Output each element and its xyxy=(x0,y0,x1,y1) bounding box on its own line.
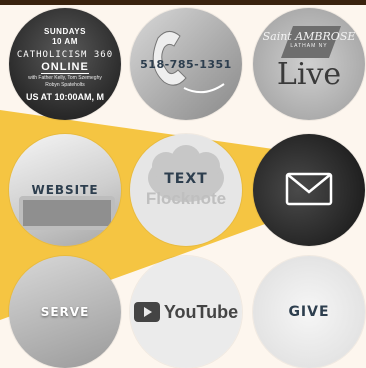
online-text: ONLINE xyxy=(41,60,89,74)
program-title: CATHOLICISM 360 xyxy=(16,49,114,60)
flocknote-logo-text: Flocknote xyxy=(145,189,227,208)
website-label: WEBSITE xyxy=(31,183,99,197)
envelope-icon xyxy=(285,172,333,206)
top-bar xyxy=(0,0,366,5)
phone-tile[interactable]: 518-785-1351 xyxy=(130,8,242,120)
youtube-logo-text: YouTube xyxy=(163,301,239,322)
youtube-tile[interactable]: YouTube xyxy=(130,256,242,368)
join-time-text: US AT 10:00AM, M xyxy=(25,91,104,102)
online-mass-tile[interactable]: SUNDAYS 10 AM CATHOLICISM 360 ONLINE wit… xyxy=(9,8,121,120)
hosts-text-2: Robyn Spateholts xyxy=(45,81,85,88)
email-tile[interactable] xyxy=(253,134,365,246)
give-label: GIVE xyxy=(288,304,330,320)
live-text: Live xyxy=(276,57,342,92)
parish-name: Saint AMBROSE xyxy=(262,30,356,43)
live-tile[interactable]: Saint AMBROSE LATHAM NY Live xyxy=(253,8,365,120)
serve-tile[interactable]: SERVE xyxy=(9,256,121,368)
website-tile[interactable]: WEBSITE xyxy=(9,134,121,246)
give-tile[interactable]: GIVE xyxy=(253,256,365,368)
text-label: TEXT xyxy=(164,171,208,187)
hosts-text: with Father Kelly, Tom Szemeghy xyxy=(28,74,102,81)
play-icon xyxy=(133,302,160,322)
sundays-text: SUNDAYS xyxy=(44,26,86,36)
time-text: 10 AM xyxy=(52,36,78,46)
parish-location: LATHAM NY xyxy=(290,43,328,49)
serve-label: SERVE xyxy=(40,305,90,319)
text-tile[interactable]: TEXT Flocknote xyxy=(130,134,242,246)
phone-number: 518-785-1351 xyxy=(140,57,232,71)
